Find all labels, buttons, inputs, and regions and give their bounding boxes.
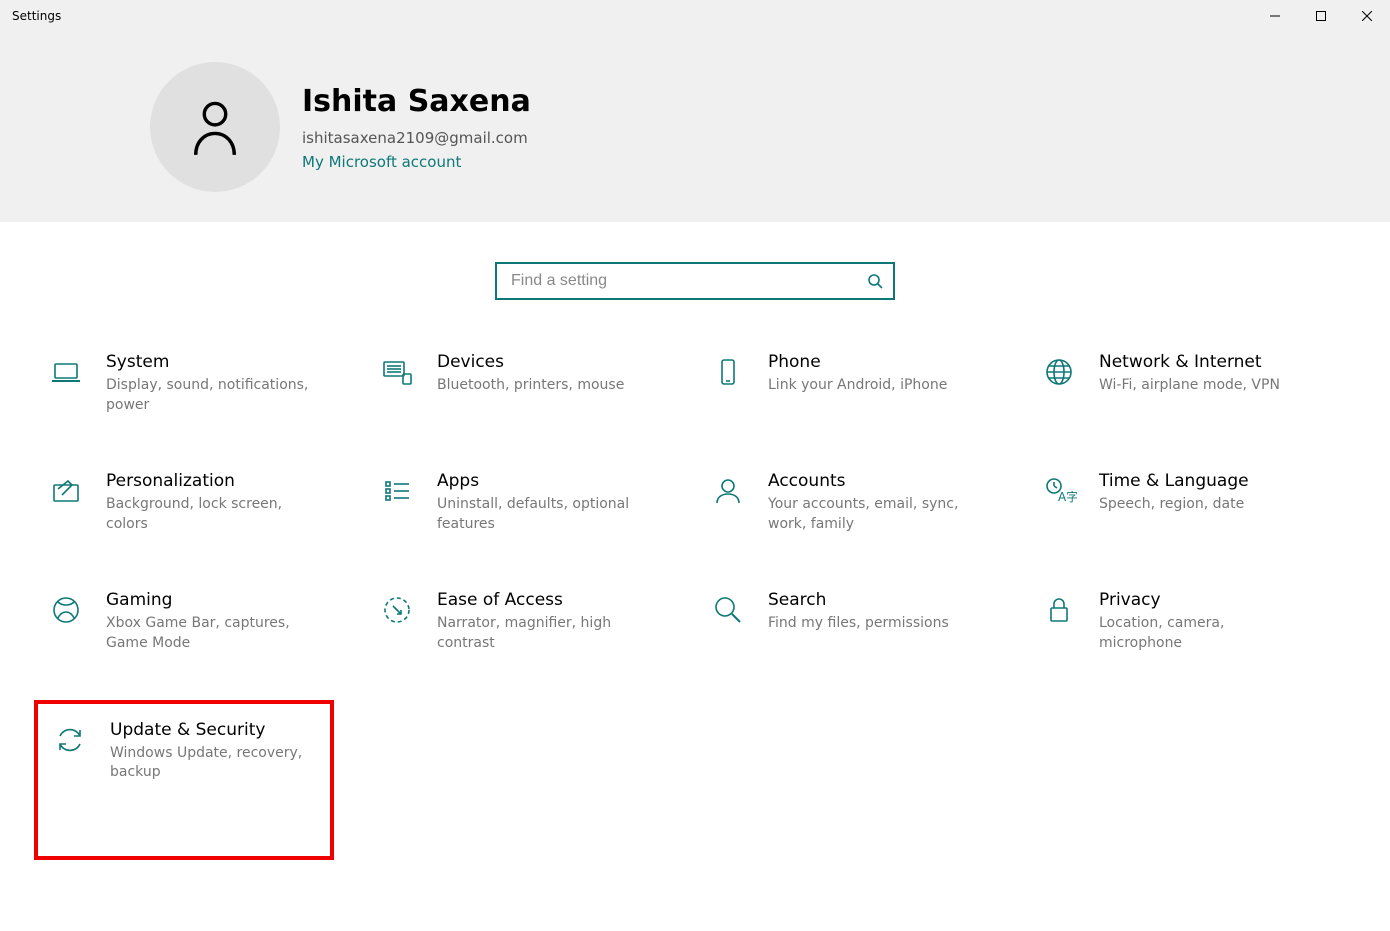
tile-desc: Narrator, magnifier, high contrast bbox=[437, 614, 647, 653]
tile-desc: Find my files, permissions bbox=[768, 614, 949, 634]
tile-title: Privacy bbox=[1099, 590, 1309, 610]
phone-icon bbox=[710, 354, 746, 390]
tile-gaming[interactable]: Gaming Xbox Game Bar, captures, Game Mod… bbox=[48, 588, 349, 655]
xbox-icon bbox=[48, 592, 84, 628]
search-box[interactable] bbox=[495, 262, 895, 300]
tile-title: System bbox=[106, 352, 316, 372]
laptop-icon bbox=[48, 354, 84, 390]
tile-desc: Link your Android, iPhone bbox=[768, 376, 947, 396]
apps-list-icon bbox=[379, 473, 415, 509]
maximize-button[interactable] bbox=[1298, 0, 1344, 32]
tile-title: Personalization bbox=[106, 471, 316, 491]
lock-icon bbox=[1041, 592, 1077, 628]
tile-title: Accounts bbox=[768, 471, 978, 491]
user-info: Ishita Saxena ishitasaxena2109@gmail.com… bbox=[302, 84, 531, 171]
search-icon bbox=[867, 273, 883, 289]
tile-update-security[interactable]: Update & Security Windows Update, recove… bbox=[52, 718, 316, 785]
tile-apps[interactable]: Apps Uninstall, defaults, optional featu… bbox=[379, 469, 680, 536]
tile-network[interactable]: Network & Internet Wi-Fi, airplane mode,… bbox=[1041, 350, 1342, 417]
user-email: ishitasaxena2109@gmail.com bbox=[302, 129, 531, 147]
tile-desc: Uninstall, defaults, optional features bbox=[437, 495, 647, 534]
tile-time-language[interactable]: A字 Time & Language Speech, region, date bbox=[1041, 469, 1342, 536]
account-header: Ishita Saxena ishitasaxena2109@gmail.com… bbox=[0, 32, 1390, 222]
tile-system[interactable]: System Display, sound, notifications, po… bbox=[48, 350, 349, 417]
tile-title: Search bbox=[768, 590, 949, 610]
settings-grid: System Display, sound, notifications, po… bbox=[0, 350, 1390, 860]
tile-ease-of-access[interactable]: Ease of Access Narrator, magnifier, high… bbox=[379, 588, 680, 655]
tile-phone[interactable]: Phone Link your Android, iPhone bbox=[710, 350, 1011, 417]
tile-search[interactable]: Search Find my files, permissions bbox=[710, 588, 1011, 655]
tile-desc: Your accounts, email, sync, work, family bbox=[768, 495, 978, 534]
highlight-box: Update & Security Windows Update, recove… bbox=[34, 700, 334, 860]
tile-desc: Speech, region, date bbox=[1099, 495, 1249, 515]
keyboard-icon bbox=[379, 354, 415, 390]
person-icon bbox=[189, 97, 241, 157]
minimize-button[interactable] bbox=[1252, 0, 1298, 32]
sync-icon bbox=[52, 722, 88, 758]
paintbrush-icon bbox=[48, 473, 84, 509]
user-name: Ishita Saxena bbox=[302, 84, 531, 119]
tile-desc: Display, sound, notifications, power bbox=[106, 376, 316, 415]
tile-desc: Wi-Fi, airplane mode, VPN bbox=[1099, 376, 1280, 396]
person-icon bbox=[710, 473, 746, 509]
tile-title: Gaming bbox=[106, 590, 316, 610]
tile-title: Ease of Access bbox=[437, 590, 647, 610]
window-controls bbox=[1252, 0, 1390, 32]
tile-desc: Location, camera, microphone bbox=[1099, 614, 1309, 653]
tile-title: Devices bbox=[437, 352, 624, 372]
tile-desc: Xbox Game Bar, captures, Game Mode bbox=[106, 614, 316, 653]
tile-desc: Background, lock screen, colors bbox=[106, 495, 316, 534]
tile-personalization[interactable]: Personalization Background, lock screen,… bbox=[48, 469, 349, 536]
search-area bbox=[0, 222, 1390, 350]
magnifier-icon bbox=[710, 592, 746, 628]
titlebar: Settings bbox=[0, 0, 1390, 32]
tile-title: Apps bbox=[437, 471, 647, 491]
microsoft-account-link[interactable]: My Microsoft account bbox=[302, 153, 531, 171]
tile-desc: Bluetooth, printers, mouse bbox=[437, 376, 624, 396]
tile-devices[interactable]: Devices Bluetooth, printers, mouse bbox=[379, 350, 680, 417]
window-title: Settings bbox=[12, 9, 61, 23]
tile-title: Phone bbox=[768, 352, 947, 372]
tile-desc: Windows Update, recovery, backup bbox=[110, 744, 316, 783]
tile-accounts[interactable]: Accounts Your accounts, email, sync, wor… bbox=[710, 469, 1011, 536]
avatar bbox=[150, 62, 280, 192]
globe-icon bbox=[1041, 354, 1077, 390]
ease-of-access-icon bbox=[379, 592, 415, 628]
tile-title: Network & Internet bbox=[1099, 352, 1280, 372]
tile-privacy[interactable]: Privacy Location, camera, microphone bbox=[1041, 588, 1342, 655]
tile-title: Update & Security bbox=[110, 720, 316, 740]
tile-title: Time & Language bbox=[1099, 471, 1249, 491]
search-input[interactable] bbox=[511, 272, 867, 290]
close-button[interactable] bbox=[1344, 0, 1390, 32]
clock-language-icon: A字 bbox=[1041, 473, 1077, 509]
svg-text:A字: A字 bbox=[1058, 489, 1077, 504]
